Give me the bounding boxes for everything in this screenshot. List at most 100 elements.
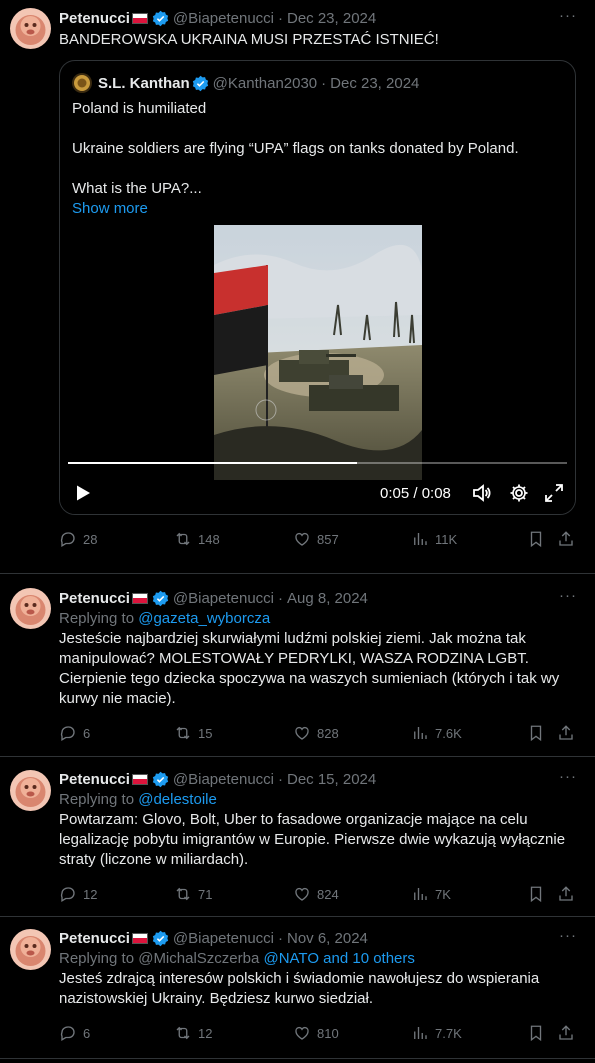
views-button[interactable]: 7.7K: [411, 1009, 462, 1057]
tweet-line: legalizację pobytu imigrantów w Europie.…: [59, 831, 566, 848]
show-more-link[interactable]: Show more: [60, 199, 575, 219]
replying-to-link[interactable]: @gazeta_wyborcza: [138, 610, 270, 627]
views-button[interactable]: 7K: [411, 870, 451, 918]
bookmark-button[interactable]: [527, 709, 545, 757]
user-handle[interactable]: @Biapetenucci: [173, 590, 274, 607]
tweet-header: Petenucci @Biapetenucci · Nov 6, 2024: [59, 928, 579, 948]
bookmark-icon: [530, 725, 542, 742]
share-button[interactable]: [557, 1009, 575, 1057]
video-frame[interactable]: [214, 225, 422, 480]
display-name[interactable]: Petenucci: [59, 590, 130, 607]
avatar[interactable]: [10, 929, 51, 970]
bookmark-button[interactable]: [527, 1009, 545, 1057]
views-icon: [414, 727, 427, 739]
user-handle[interactable]: @Biapetenucci: [173, 930, 274, 947]
views-count: 7K: [435, 886, 451, 902]
tweet-date[interactable]: Dec 23, 2024: [287, 10, 376, 27]
display-name[interactable]: Petenucci: [59, 10, 130, 27]
tweet-date[interactable]: Aug 8, 2024: [287, 590, 368, 607]
repost-count: 148: [198, 531, 220, 547]
tweet-header: Petenucci @Biapetenucci · Dec 15, 2024: [59, 769, 579, 789]
replying-to-link[interactable]: @NATO and 10 others: [263, 950, 414, 967]
views-button[interactable]: 7.6K: [411, 709, 462, 757]
like-button[interactable]: 810: [293, 1009, 339, 1057]
separator-dot: ·: [278, 9, 283, 27]
repost-count: 71: [198, 886, 213, 902]
separator-dot: ·: [321, 74, 327, 92]
reply-button[interactable]: 6: [59, 1009, 90, 1057]
play-button[interactable]: [74, 480, 92, 506]
bookmark-icon: [530, 1025, 542, 1042]
settings-button[interactable]: [509, 480, 529, 506]
tweet-date[interactable]: Nov 6, 2024: [287, 930, 368, 947]
reply-button[interactable]: 28: [59, 515, 97, 563]
views-count: 11K: [435, 531, 458, 547]
like-count: 857: [317, 531, 339, 547]
tweet[interactable]: Petenucci @Biapetenucci · Aug 8, 2024 ··…: [0, 574, 595, 757]
tweet-date[interactable]: Dec 15, 2024: [287, 771, 376, 788]
bookmark-button[interactable]: [527, 515, 545, 563]
more-options-icon[interactable]: ···: [559, 587, 577, 604]
tweet-actions: 28 148 857 11K: [59, 515, 579, 563]
repost-count: 15: [198, 725, 213, 741]
replying-to-label: Replying to: [59, 610, 139, 627]
separator-dot: ·: [278, 589, 283, 607]
display-name[interactable]: Petenucci: [59, 930, 130, 947]
poland-flag-icon: [131, 773, 148, 785]
more-options-icon[interactable]: ···: [559, 768, 577, 785]
display-name[interactable]: Petenucci: [59, 771, 130, 788]
quoted-tweet[interactable]: S.L. Kanthan @Kanthan2030 · Dec 23, 2024…: [59, 60, 576, 515]
views-icon: [414, 888, 427, 900]
video-progress-bar[interactable]: [68, 462, 567, 464]
tweet-line: manipulować? MOLESTOWAŁY PEDRYLKI, WASZA…: [59, 650, 529, 667]
repost-icon: [176, 532, 190, 546]
repost-icon: [176, 726, 190, 740]
fullscreen-icon: [545, 484, 563, 502]
tweet[interactable]: Petenucci @Biapetenucci · Nov 6, 2024 ··…: [0, 917, 595, 1059]
user-handle[interactable]: @Biapetenucci: [173, 771, 274, 788]
verified-badge-icon[interactable]: [152, 771, 169, 788]
reply-icon: [60, 887, 75, 902]
quote-line: [72, 159, 563, 179]
volume-button[interactable]: [472, 480, 492, 506]
tweet-line: nazistowskiej Ukrainy. Będziesz kurwo si…: [59, 990, 374, 1007]
bookmark-icon: [530, 886, 542, 903]
tweet[interactable]: Petenucci @Biapetenucci · Dec 23, 2024 ·…: [0, 0, 595, 574]
settings-icon: [510, 484, 528, 502]
repost-button[interactable]: 71: [174, 870, 212, 918]
views-count: 7.6K: [435, 725, 462, 741]
share-button[interactable]: [557, 515, 575, 563]
tweet-text: Jesteście najbardziej skurwiałymi ludźmi…: [59, 629, 579, 709]
bookmark-button[interactable]: [527, 870, 545, 918]
user-handle[interactable]: @Biapetenucci: [173, 10, 274, 27]
avatar[interactable]: [10, 770, 51, 811]
share-button[interactable]: [557, 709, 575, 757]
verified-badge-icon[interactable]: [152, 10, 169, 27]
verified-badge-icon[interactable]: [152, 590, 169, 607]
views-button[interactable]: 11K: [411, 515, 457, 563]
avatar[interactable]: [10, 588, 51, 629]
verified-badge-icon[interactable]: [152, 930, 169, 947]
avatar[interactable]: [10, 8, 51, 49]
more-options-icon[interactable]: ···: [559, 927, 577, 944]
video-player[interactable]: 0:05 / 0:08: [60, 225, 575, 514]
like-button[interactable]: 824: [293, 870, 339, 918]
quote-avatar: [72, 73, 92, 93]
repost-button[interactable]: 15: [174, 709, 212, 757]
repost-button[interactable]: 12: [174, 1009, 212, 1057]
views-icon: [414, 1027, 427, 1039]
tweet[interactable]: Petenucci @Biapetenucci · Dec 15, 2024 ·…: [0, 757, 595, 917]
reply-button[interactable]: 6: [59, 709, 90, 757]
fullscreen-button[interactable]: [544, 480, 564, 506]
quote-text: Poland is humiliated Ukraine soldiers ar…: [60, 93, 575, 199]
like-button[interactable]: 828: [293, 709, 339, 757]
like-button[interactable]: 857: [293, 515, 339, 563]
tweet-actions: 12 71 824 7K: [59, 870, 579, 918]
tweet-line: Jesteś zdrajcą interesów polskich i świa…: [59, 970, 540, 987]
repost-button[interactable]: 148: [174, 515, 220, 563]
tweet-line: kurwy nie macie).: [59, 690, 176, 707]
reply-button[interactable]: 12: [59, 870, 97, 918]
share-button[interactable]: [557, 870, 575, 918]
more-options-icon[interactable]: ···: [559, 7, 577, 24]
replying-to-link[interactable]: @delestoile: [138, 791, 217, 808]
